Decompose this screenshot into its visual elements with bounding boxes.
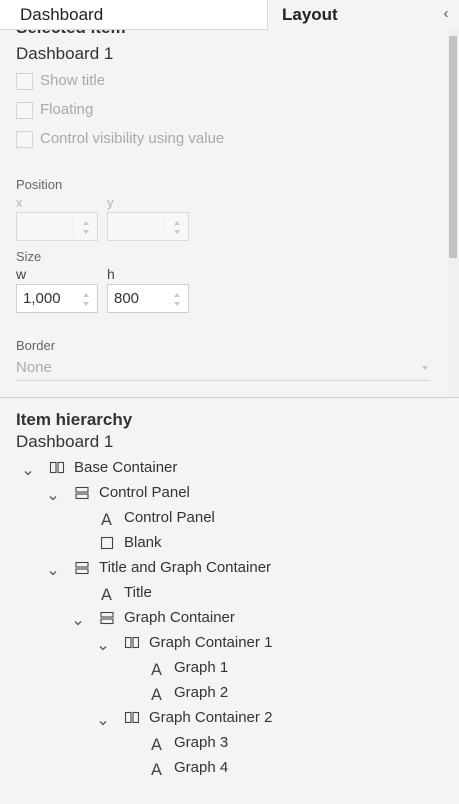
hierarchy-dashboard-name[interactable]: Dashboard 1 xyxy=(16,432,113,452)
tree-item[interactable]: A Control Panel xyxy=(0,506,459,531)
text-icon: A xyxy=(149,660,165,679)
tree-item-label: Graph 2 xyxy=(174,684,229,701)
tree-item-label: Control Panel xyxy=(99,484,190,501)
vertical-container-icon xyxy=(74,560,90,576)
stepper-down-icon[interactable] xyxy=(83,302,89,306)
text-icon: A xyxy=(99,510,115,529)
text-icon: A xyxy=(149,685,165,704)
checkbox-box[interactable] xyxy=(16,73,33,90)
checkbox-label: Control visibility using value xyxy=(40,130,225,147)
y-position-stepper[interactable] xyxy=(107,212,189,241)
selected-item-panel: Selected item Dashboard 1 Show title Flo… xyxy=(0,30,447,397)
tree-item[interactable]: A Title xyxy=(0,581,459,606)
stepper-down-icon[interactable] xyxy=(83,230,89,234)
tab-dashboard[interactable]: Dashboard xyxy=(0,0,268,30)
tree-item-label: Graph 4 xyxy=(174,759,229,776)
tree-item-label: Control Panel xyxy=(124,509,215,526)
border-select[interactable]: None xyxy=(16,356,430,381)
vertical-container-icon xyxy=(74,485,90,501)
text-icon-glyph: A xyxy=(151,760,162,779)
tree-item-label: Title xyxy=(124,584,152,601)
position-label: Position xyxy=(16,177,63,192)
text-icon: A xyxy=(149,760,165,779)
chevron-down-icon[interactable] xyxy=(49,489,57,501)
stepper-down-icon[interactable] xyxy=(174,230,180,234)
width-value[interactable]: 1,000 xyxy=(23,290,61,307)
stepper-divider xyxy=(72,216,73,237)
chevron-down-icon[interactable] xyxy=(24,464,32,476)
tree-item[interactable]: A Graph 2 xyxy=(0,681,459,706)
tree-item-label: Graph 3 xyxy=(174,734,229,751)
chevron-down-icon[interactable] xyxy=(422,366,428,370)
tree-item-label: Graph Container 1 xyxy=(149,634,273,651)
stepper-up-icon[interactable] xyxy=(174,221,180,225)
blank-icon xyxy=(99,535,115,551)
size-label: Size xyxy=(16,249,42,264)
y-label: y xyxy=(107,195,114,210)
collapse-panel-icon[interactable]: ‹ xyxy=(439,4,453,24)
text-icon: A xyxy=(149,735,165,754)
checkbox-label: Floating xyxy=(40,101,94,118)
tree-item-label: Base Container xyxy=(74,459,178,476)
horizontal-container-icon xyxy=(124,635,140,651)
checkbox-label: Show title xyxy=(40,72,106,89)
tree-item[interactable]: Control Panel xyxy=(0,481,459,506)
selected-item-name: Dashboard 1 xyxy=(16,44,114,63)
checkbox-box[interactable] xyxy=(16,131,33,148)
stepper-up-icon[interactable] xyxy=(83,221,89,225)
tree-item[interactable]: Blank xyxy=(0,531,459,556)
chevron-down-icon[interactable] xyxy=(74,614,82,626)
chevron-down-icon[interactable] xyxy=(99,714,107,726)
stepper-up-icon[interactable] xyxy=(174,293,180,297)
w-label: w xyxy=(16,266,27,282)
text-icon-glyph: A xyxy=(101,510,112,529)
tree-item-label: Title and Graph Container xyxy=(99,559,272,576)
tree-item[interactable]: Title and Graph Container xyxy=(0,556,459,581)
h-label: h xyxy=(107,266,115,282)
scrollbar-thumb[interactable] xyxy=(449,36,457,258)
height-value[interactable]: 800 xyxy=(114,290,139,307)
tree-item[interactable]: A Graph 1 xyxy=(0,656,459,681)
chevron-down-icon[interactable] xyxy=(49,564,57,576)
checkbox-box[interactable] xyxy=(16,102,33,119)
border-select-value: None xyxy=(16,359,52,376)
tree-item-label: Blank xyxy=(124,534,162,551)
x-position-stepper[interactable] xyxy=(16,212,98,241)
text-icon-glyph: A xyxy=(101,585,112,604)
chevron-down-icon[interactable] xyxy=(99,639,107,651)
vertical-container-icon xyxy=(99,610,115,626)
text-icon-glyph: A xyxy=(151,685,162,704)
tree-item[interactable]: Graph Container 2 xyxy=(0,706,459,731)
tree-item-label: Graph 1 xyxy=(174,659,229,676)
horizontal-container-icon xyxy=(124,710,140,726)
text-icon-glyph: A xyxy=(151,660,162,679)
tree-item-label: Graph Container 2 xyxy=(149,709,273,726)
tree-item-label: Graph Container xyxy=(124,609,235,626)
width-stepper[interactable]: 1,000 xyxy=(16,284,98,313)
text-icon: A xyxy=(99,585,115,604)
stepper-up-icon[interactable] xyxy=(83,293,89,297)
text-icon-glyph: A xyxy=(151,735,162,754)
selected-item-heading: Selected item xyxy=(16,30,126,38)
border-label: Border xyxy=(16,338,56,353)
stepper-down-icon[interactable] xyxy=(174,302,180,306)
tree-item[interactable]: Base Container xyxy=(0,456,459,481)
tree-item[interactable]: A Graph 4 xyxy=(0,756,459,781)
height-stepper[interactable]: 800 xyxy=(107,284,189,313)
tab-layout[interactable]: Layout xyxy=(268,0,459,30)
x-label: x xyxy=(16,195,23,210)
item-hierarchy-title: Item hierarchy xyxy=(16,410,133,429)
tree-item[interactable]: A Graph 3 xyxy=(0,731,459,756)
horizontal-container-icon xyxy=(49,460,65,476)
tree-item[interactable]: Graph Container xyxy=(0,606,459,631)
tree-item[interactable]: Graph Container 1 xyxy=(0,631,459,656)
panel-divider xyxy=(0,397,459,398)
panel-tabs: Dashboard Layout ‹ xyxy=(0,0,459,30)
stepper-divider xyxy=(163,216,164,237)
